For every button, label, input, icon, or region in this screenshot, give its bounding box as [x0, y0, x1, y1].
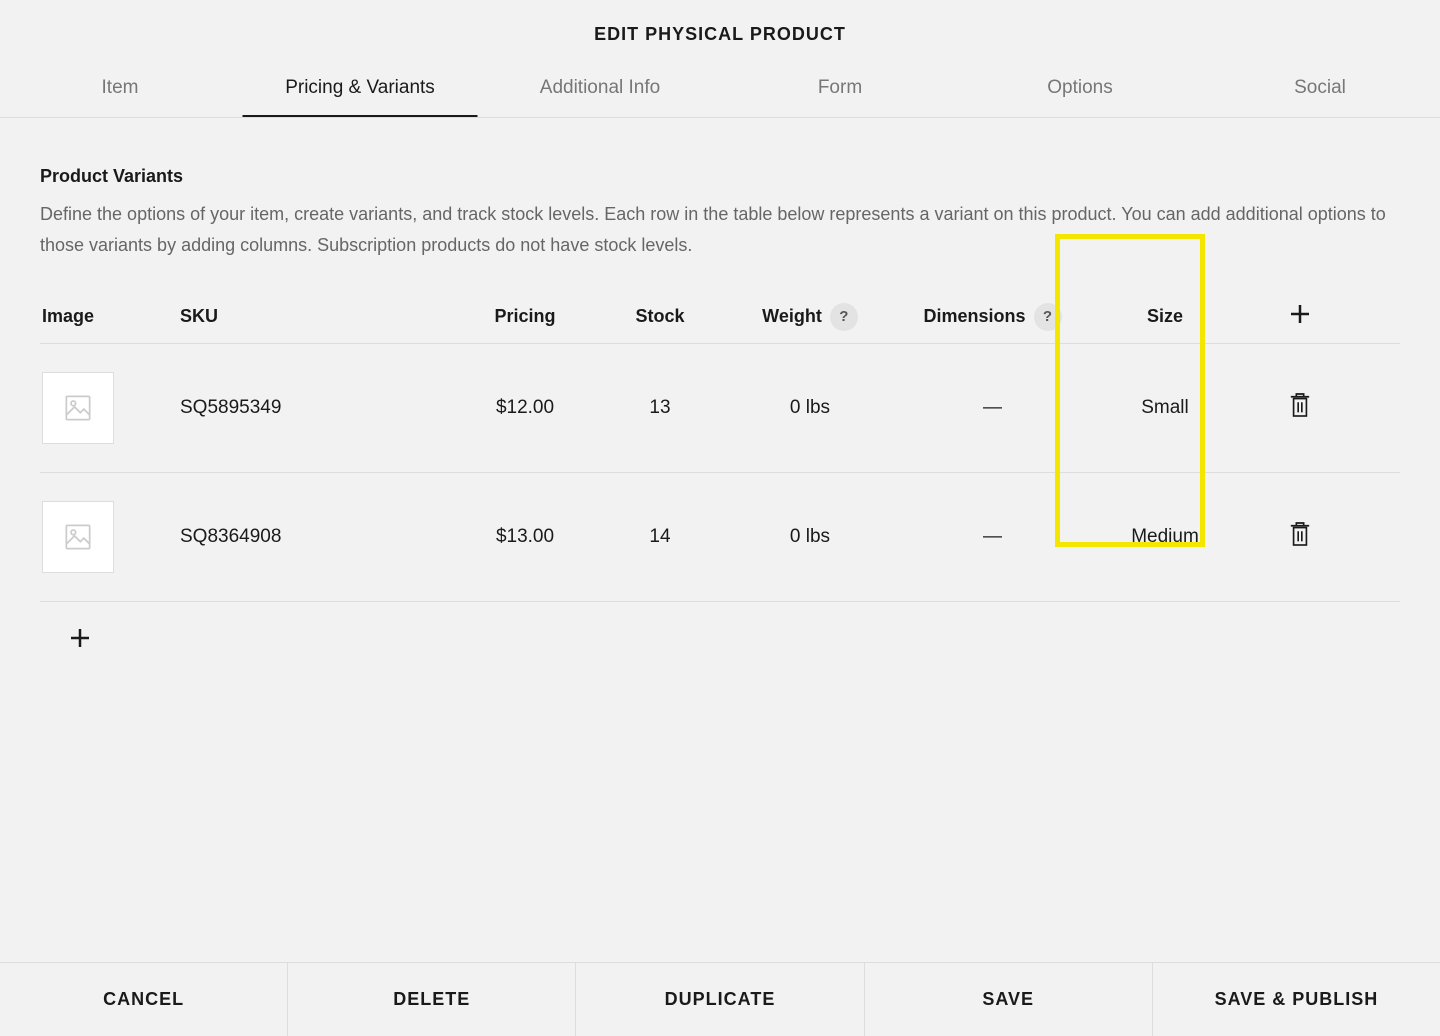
delete-row-button[interactable]	[1289, 521, 1311, 547]
header-sku: SKU	[180, 306, 455, 327]
table-header-row: Image SKU Pricing Stock Weight ? Dimensi…	[40, 290, 1400, 344]
trash-icon	[1289, 521, 1311, 547]
tab-pricing-variants[interactable]: Pricing & Variants	[240, 63, 480, 117]
duplicate-button[interactable]: DUPLICATE	[576, 963, 864, 1036]
table-row[interactable]: SQ5895349 $12.00 13 0 lbs — Small	[40, 344, 1400, 473]
add-row-area	[40, 602, 1400, 655]
header-weight: Weight ?	[725, 303, 895, 331]
tab-additional-info[interactable]: Additional Info	[480, 63, 720, 117]
tab-options[interactable]: Options	[960, 63, 1200, 117]
cell-sku[interactable]: SQ8364908	[180, 526, 455, 548]
cancel-button[interactable]: CANCEL	[0, 963, 288, 1036]
cell-pricing[interactable]: $13.00	[455, 526, 595, 548]
header-add-column	[1240, 302, 1360, 331]
section-title: Product Variants	[40, 166, 1400, 187]
cell-sku[interactable]: SQ5895349	[180, 397, 455, 419]
cell-image	[40, 501, 180, 573]
cell-image	[40, 372, 180, 444]
dimensions-help-icon[interactable]: ?	[1034, 303, 1062, 331]
header-stock: Stock	[595, 306, 725, 327]
image-placeholder[interactable]	[42, 501, 114, 573]
add-row-button[interactable]	[68, 626, 92, 650]
content-area: Product Variants Define the options of y…	[0, 118, 1440, 655]
table-row[interactable]: SQ8364908 $13.00 14 0 lbs — Medium	[40, 473, 1400, 602]
header-weight-label: Weight	[762, 306, 822, 327]
cell-pricing[interactable]: $12.00	[455, 397, 595, 419]
add-column-button[interactable]	[1288, 302, 1312, 326]
cell-weight[interactable]: 0 lbs	[725, 397, 895, 419]
delete-row-button[interactable]	[1289, 392, 1311, 418]
page-title: EDIT PHYSICAL PRODUCT	[0, 0, 1440, 63]
tab-form[interactable]: Form	[720, 63, 960, 117]
header-size[interactable]: Size	[1090, 306, 1240, 327]
cell-action	[1240, 392, 1360, 424]
header-pricing: Pricing	[455, 306, 595, 327]
image-icon	[64, 523, 92, 551]
image-placeholder[interactable]	[42, 372, 114, 444]
tabs: Item Pricing & Variants Additional Info …	[0, 63, 1440, 118]
cell-size[interactable]: Medium	[1090, 526, 1240, 548]
header-dimensions: Dimensions ?	[895, 303, 1090, 331]
delete-button[interactable]: DELETE	[288, 963, 576, 1036]
image-icon	[64, 394, 92, 422]
tab-item[interactable]: Item	[0, 63, 240, 117]
plus-icon	[1288, 302, 1312, 326]
cell-action	[1240, 521, 1360, 553]
footer-actions: CANCEL DELETE DUPLICATE SAVE SAVE & PUBL…	[0, 962, 1440, 1036]
cell-dimensions[interactable]: —	[895, 526, 1090, 548]
variants-table: Image SKU Pricing Stock Weight ? Dimensi…	[40, 290, 1400, 602]
cell-weight[interactable]: 0 lbs	[725, 526, 895, 548]
header-dimensions-label: Dimensions	[923, 306, 1025, 327]
plus-icon	[68, 626, 92, 650]
tab-social[interactable]: Social	[1200, 63, 1440, 117]
cell-dimensions[interactable]: —	[895, 397, 1090, 419]
trash-icon	[1289, 392, 1311, 418]
cell-stock[interactable]: 13	[595, 397, 725, 419]
section-description: Define the options of your item, create …	[40, 199, 1400, 260]
cell-stock[interactable]: 14	[595, 526, 725, 548]
cell-size[interactable]: Small	[1090, 397, 1240, 419]
save-button[interactable]: SAVE	[865, 963, 1153, 1036]
weight-help-icon[interactable]: ?	[830, 303, 858, 331]
save-publish-button[interactable]: SAVE & PUBLISH	[1153, 963, 1440, 1036]
header-image: Image	[40, 306, 180, 327]
